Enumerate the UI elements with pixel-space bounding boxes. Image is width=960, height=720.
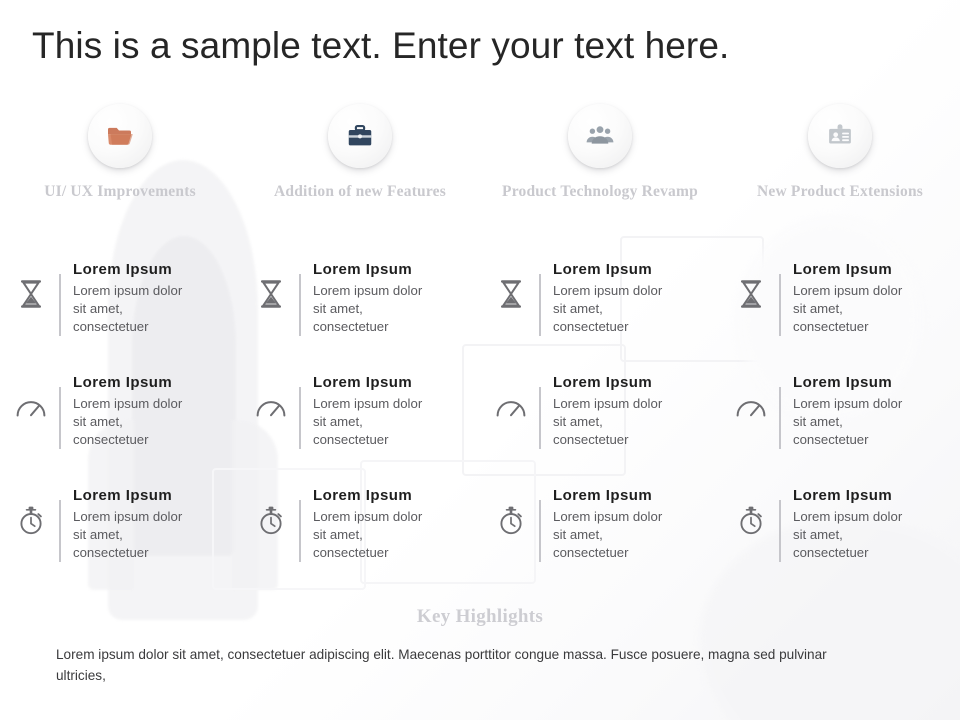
content-cell[interactable]: Lorem Ipsum Lorem ipsum dolor sit amet, … xyxy=(480,366,720,479)
category-column-technology[interactable]: Product Technology Revamp xyxy=(480,104,720,202)
hourglass-icon xyxy=(14,277,48,311)
cell-body: Lorem ipsum dolor sit amet, consectetuer xyxy=(313,509,423,561)
category-icon-badge xyxy=(808,104,872,168)
content-cell[interactable]: Lorem Ipsum Lorem ipsum dolor sit amet, … xyxy=(240,479,480,592)
content-cell[interactable]: Lorem Ipsum Lorem ipsum dolor sit amet, … xyxy=(0,366,240,479)
cell-title: Lorem Ipsum xyxy=(793,487,893,504)
speedometer-icon xyxy=(734,390,768,424)
cell-text: Lorem Ipsum Lorem ipsum dolor sit amet, … xyxy=(553,366,673,450)
cell-title: Lorem Ipsum xyxy=(553,487,653,504)
cell-body: Lorem ipsum dolor sit amet, consectetuer xyxy=(73,396,183,448)
cell-title: Lorem Ipsum xyxy=(793,374,893,391)
cell-body: Lorem ipsum dolor sit amet, consectetuer xyxy=(313,396,423,448)
content-cell[interactable]: Lorem Ipsum Lorem ipsum dolor sit amet, … xyxy=(240,253,480,366)
category-label: New Product Extensions xyxy=(756,183,923,200)
category-header-row: UI/ UX Improvements Addition of new Feat… xyxy=(0,104,960,202)
cell-divider xyxy=(779,500,781,562)
content-cell[interactable]: Lorem Ipsum Lorem ipsum dolor sit amet, … xyxy=(0,253,240,366)
content-cell[interactable]: Lorem Ipsum Lorem ipsum dolor sit amet, … xyxy=(480,479,720,592)
cell-text: Lorem Ipsum Lorem ipsum dolor sit amet, … xyxy=(553,253,673,337)
slide-title: This is a sample text. Enter your text h… xyxy=(32,25,730,66)
category-column-features[interactable]: Addition of new Features xyxy=(240,104,480,202)
cell-title: Lorem Ipsum xyxy=(313,261,413,278)
hourglass-icon xyxy=(254,277,288,311)
cell-body: Lorem ipsum dolor sit amet, consectetuer xyxy=(793,283,903,335)
cell-divider xyxy=(59,274,61,336)
cell-divider xyxy=(299,274,301,336)
speedometer-icon xyxy=(14,390,48,424)
cell-divider xyxy=(539,500,541,562)
stopwatch-icon xyxy=(14,503,48,537)
stopwatch-icon xyxy=(734,503,768,537)
hourglass-icon xyxy=(734,277,768,311)
cell-title: Lorem Ipsum xyxy=(73,487,173,504)
category-column-ui-ux[interactable]: UI/ UX Improvements xyxy=(0,104,240,202)
content-row: Lorem Ipsum Lorem ipsum dolor sit amet, … xyxy=(0,479,960,592)
content-cell[interactable]: Lorem Ipsum Lorem ipsum dolor sit amet, … xyxy=(0,479,240,592)
cell-body: Lorem ipsum dolor sit amet, consectetuer xyxy=(553,509,663,561)
category-label: Addition of new Features xyxy=(273,183,446,200)
cell-divider xyxy=(59,500,61,562)
cell-title: Lorem Ipsum xyxy=(73,261,173,278)
cell-text: Lorem Ipsum Lorem ipsum dolor sit amet, … xyxy=(313,253,433,337)
speedometer-icon xyxy=(254,390,288,424)
cell-title: Lorem Ipsum xyxy=(73,374,173,391)
cell-title: Lorem Ipsum xyxy=(313,374,413,391)
content-cell[interactable]: Lorem Ipsum Lorem ipsum dolor sit amet, … xyxy=(720,479,960,592)
cell-body: Lorem ipsum dolor sit amet, consectetuer xyxy=(313,283,423,335)
content-grid: Lorem Ipsum Lorem ipsum dolor sit amet, … xyxy=(0,253,960,592)
category-icon-badge xyxy=(568,104,632,168)
cell-divider xyxy=(299,387,301,449)
cell-body: Lorem ipsum dolor sit amet, consectetuer xyxy=(793,509,903,561)
category-icon-badge xyxy=(328,104,392,168)
cell-text: Lorem Ipsum Lorem ipsum dolor sit amet, … xyxy=(553,479,673,563)
cell-body: Lorem ipsum dolor sit amet, consectetuer xyxy=(793,396,903,448)
hourglass-icon xyxy=(494,277,528,311)
key-highlights-body: Lorem ipsum dolor sit amet, consectetuer… xyxy=(56,647,827,683)
content-cell[interactable]: Lorem Ipsum Lorem ipsum dolor sit amet, … xyxy=(720,253,960,366)
cell-body: Lorem ipsum dolor sit amet, consectetuer xyxy=(73,283,183,335)
category-column-extensions[interactable]: New Product Extensions xyxy=(720,104,960,202)
content-cell[interactable]: Lorem Ipsum Lorem ipsum dolor sit amet, … xyxy=(480,253,720,366)
cell-divider xyxy=(779,387,781,449)
slide-canvas: This is a sample text. Enter your text h… xyxy=(0,0,960,720)
stopwatch-icon xyxy=(254,503,288,537)
cell-text: Lorem Ipsum Lorem ipsum dolor sit amet, … xyxy=(793,253,913,337)
cell-text: Lorem Ipsum Lorem ipsum dolor sit amet, … xyxy=(313,479,433,563)
cell-divider xyxy=(59,387,61,449)
cell-divider xyxy=(539,387,541,449)
cell-title: Lorem Ipsum xyxy=(313,487,413,504)
stopwatch-icon xyxy=(494,503,528,537)
cell-body: Lorem ipsum dolor sit amet, consectetuer xyxy=(73,509,183,561)
people-group-icon xyxy=(586,126,614,144)
cell-text: Lorem Ipsum Lorem ipsum dolor sit amet, … xyxy=(73,253,193,337)
cell-title: Lorem Ipsum xyxy=(793,261,893,278)
content-row: Lorem Ipsum Lorem ipsum dolor sit amet, … xyxy=(0,366,960,479)
category-icon-badge xyxy=(88,104,152,168)
cell-text: Lorem Ipsum Lorem ipsum dolor sit amet, … xyxy=(793,479,913,563)
cell-divider xyxy=(539,274,541,336)
cell-title: Lorem Ipsum xyxy=(553,261,653,278)
cell-title: Lorem Ipsum xyxy=(553,374,653,391)
cell-divider xyxy=(779,274,781,336)
id-badge-icon xyxy=(829,124,851,144)
content-row: Lorem Ipsum Lorem ipsum dolor sit amet, … xyxy=(0,253,960,366)
cell-divider xyxy=(299,500,301,562)
cell-body: Lorem ipsum dolor sit amet, consectetuer xyxy=(553,396,663,448)
cell-text: Lorem Ipsum Lorem ipsum dolor sit amet, … xyxy=(73,479,193,563)
cell-body: Lorem ipsum dolor sit amet, consectetuer xyxy=(553,283,663,335)
cell-text: Lorem Ipsum Lorem ipsum dolor sit amet, … xyxy=(313,366,433,450)
cell-text: Lorem Ipsum Lorem ipsum dolor sit amet, … xyxy=(73,366,193,450)
content-cell[interactable]: Lorem Ipsum Lorem ipsum dolor sit amet, … xyxy=(720,366,960,479)
briefcase-icon xyxy=(348,124,372,146)
key-highlights-heading: Key Highlights xyxy=(416,606,544,627)
category-label: Product Technology Revamp xyxy=(502,183,698,200)
category-label: UI/ UX Improvements xyxy=(44,183,196,200)
cell-text: Lorem Ipsum Lorem ipsum dolor sit amet, … xyxy=(793,366,913,450)
folder-icon xyxy=(108,127,133,145)
content-cell[interactable]: Lorem Ipsum Lorem ipsum dolor sit amet, … xyxy=(240,366,480,479)
speedometer-icon xyxy=(494,390,528,424)
